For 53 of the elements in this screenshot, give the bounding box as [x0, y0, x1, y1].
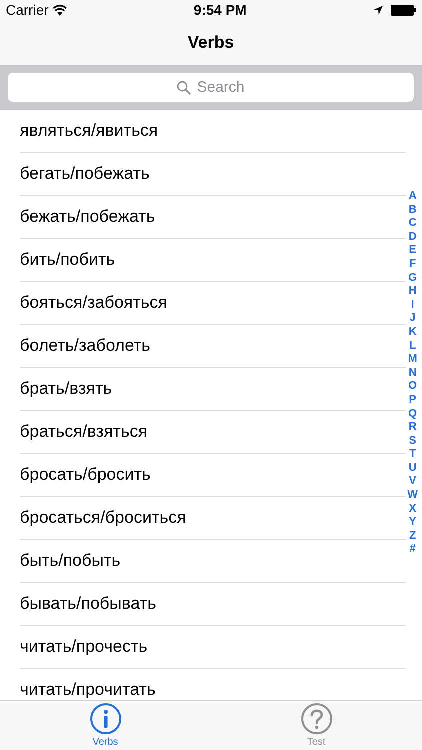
search-icon	[177, 81, 191, 95]
index-letter[interactable]: F	[409, 258, 416, 272]
index-letter[interactable]: D	[408, 230, 417, 244]
carrier-label: Carrier	[6, 0, 49, 20]
index-letter[interactable]: A	[408, 190, 417, 204]
index-letter[interactable]: U	[408, 462, 417, 476]
verb-item[interactable]: читать/прочесть	[20, 634, 148, 660]
verb-item[interactable]: болеть/заболеть	[20, 333, 151, 359]
verb-item[interactable]: являться/явиться	[20, 118, 158, 144]
verb-item[interactable]: бояться/забояться	[20, 290, 168, 316]
index-letter[interactable]: N	[408, 366, 417, 380]
question-icon	[300, 703, 332, 735]
battery-icon	[390, 4, 416, 16]
tab-item[interactable]: Verbs	[0, 701, 211, 750]
index-letter[interactable]: X	[409, 502, 416, 516]
index-letter[interactable]: K	[408, 326, 417, 340]
index-letter[interactable]: W	[408, 489, 418, 503]
index-letter[interactable]: M	[408, 353, 418, 367]
verb-item[interactable]: бросаться/броситься	[20, 505, 186, 531]
index-letter[interactable]: B	[408, 204, 417, 218]
index-letter[interactable]: G	[408, 272, 418, 286]
index-letter[interactable]: Q	[408, 408, 418, 422]
verb-item[interactable]: брать/взять	[20, 376, 112, 402]
tab-item[interactable]: Test	[211, 701, 422, 750]
index-letter[interactable]: C	[408, 217, 417, 231]
verb-item[interactable]: бежать/побежать	[20, 204, 156, 230]
index-letter[interactable]: E	[409, 244, 416, 258]
index-letter[interactable]: O	[408, 380, 418, 394]
index-letter[interactable]: #	[410, 543, 416, 558]
verb-item[interactable]: читать/прочитать	[20, 677, 156, 700]
index-letter[interactable]: S	[409, 434, 416, 448]
index-letter[interactable]: Z	[409, 530, 416, 544]
verb-item[interactable]: бить/побить	[20, 247, 116, 273]
index-letter[interactable]: I	[411, 298, 414, 312]
verb-item[interactable]: браться/взяться	[20, 419, 148, 445]
verb-item[interactable]: быть/побыть	[20, 548, 121, 574]
nav-title: Verbs	[188, 32, 234, 54]
info-icon	[90, 703, 122, 735]
index-letter[interactable]: V	[409, 475, 416, 490]
location-arrow-icon	[374, 6, 383, 14]
index-letter[interactable]: H	[408, 285, 417, 299]
verb-item[interactable]: бегать/побежать	[20, 161, 150, 187]
index-letter[interactable]: Y	[409, 516, 416, 530]
status-time: 9:54 PM	[194, 0, 247, 20]
wifi-icon	[52, 4, 67, 16]
index-letter[interactable]: L	[409, 340, 416, 354]
index-letter[interactable]: J	[410, 312, 416, 326]
search-field[interactable]: Search	[8, 73, 414, 102]
index-letter[interactable]: R	[408, 421, 417, 435]
index-letter[interactable]: T	[409, 448, 416, 462]
verb-item[interactable]: бывать/побывать	[20, 591, 156, 617]
verb-item[interactable]: бросать/бросить	[20, 462, 151, 488]
index-letter[interactable]: P	[409, 394, 416, 408]
